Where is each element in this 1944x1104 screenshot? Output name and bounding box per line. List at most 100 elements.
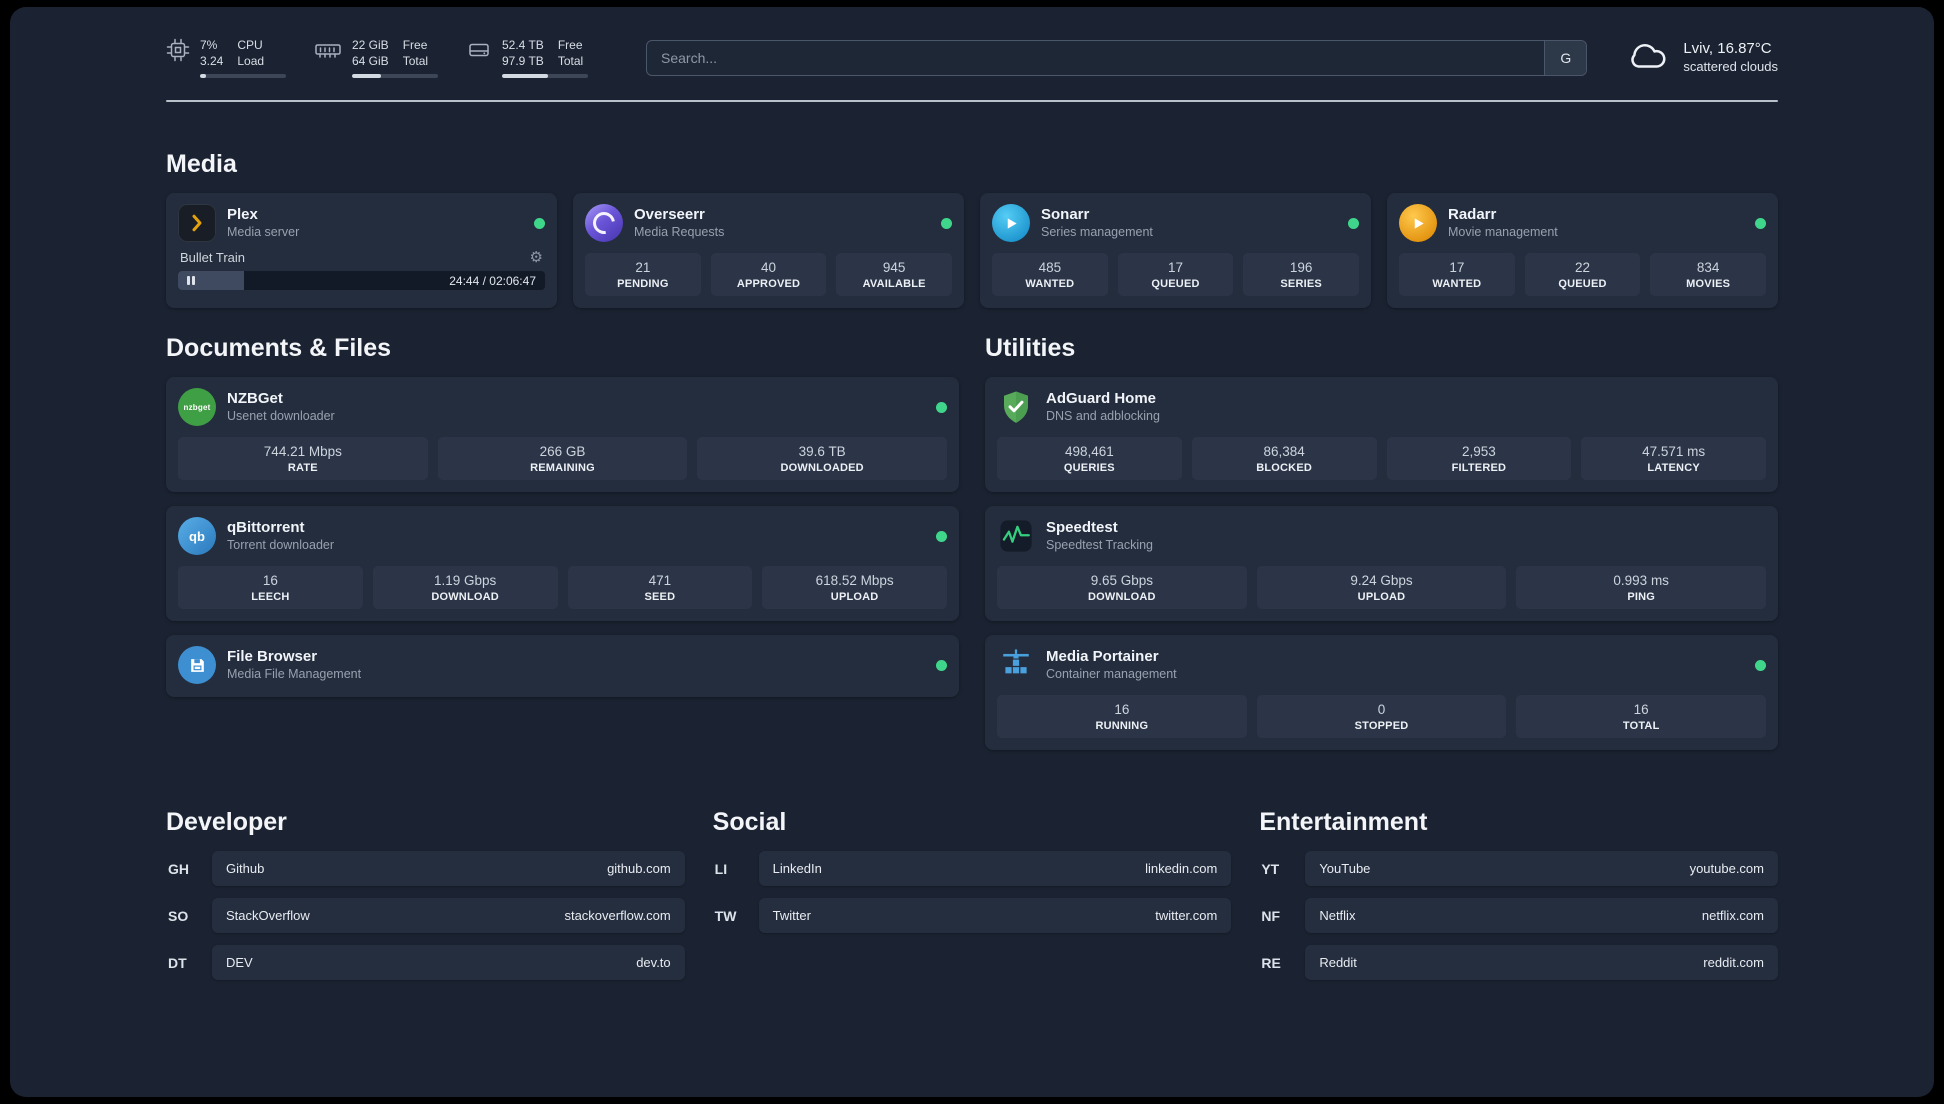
weather-condition: scattered clouds	[1683, 58, 1778, 74]
speedtest-pulse-icon	[997, 517, 1035, 555]
stat-label: QUERIES	[1063, 462, 1115, 475]
bookmark-youtube[interactable]: YouTube youtube.com	[1305, 851, 1778, 887]
adguard-card[interactable]: AdGuard Home DNS and adblocking 498,461 …	[985, 377, 1778, 493]
stat-tile: 22 QUEUED	[1524, 253, 1641, 297]
stat-value: 86,384	[1263, 444, 1305, 460]
bookmark-url: stackoverflow.com	[564, 908, 671, 924]
stat-tile: 17 WANTED	[1399, 253, 1515, 297]
stat-value: 16	[262, 573, 278, 589]
status-dot	[1755, 217, 1766, 229]
plex-icon	[178, 204, 216, 243]
memory-progress-bar	[352, 74, 438, 79]
cpu-progress-fill	[200, 74, 207, 79]
stat-value: 9.24 Gbps	[1350, 573, 1413, 589]
disk-widget: 52.4 TB 97.9 TB Free Total	[466, 37, 588, 79]
app-desc: Media File Management	[227, 667, 362, 682]
pause-icon[interactable]	[187, 276, 195, 286]
stat-label: AVAILABLE	[862, 278, 926, 291]
stat-tile: 2,953 FILTERED	[1386, 437, 1572, 481]
stat-tile: 498,461 QUERIES	[997, 437, 1182, 481]
stat-label: FILTERED	[1451, 462, 1507, 475]
portainer-card[interactable]: Media Portainer Container management 16 …	[985, 635, 1778, 751]
stat-tile: 86,384 BLOCKED	[1191, 437, 1377, 481]
memory-free-label: Free	[402, 38, 428, 52]
radarr-icon	[1399, 204, 1437, 243]
bookmark-url: github.com	[607, 861, 671, 877]
stat-label: BLOCKED	[1256, 462, 1313, 475]
developer-bookmarks: Developer GH Github github.com SO StackO…	[166, 808, 685, 981]
stat-tile: 618.52 Mbps UPLOAD	[762, 566, 947, 610]
stat-tile: 21 PENDING	[585, 253, 701, 297]
radarr-card[interactable]: Radarr Movie management 17 WANTED 22 QUE…	[1387, 193, 1778, 309]
stat-value: 21	[635, 260, 651, 276]
overseerr-card[interactable]: Overseerr Media Requests 21 PENDING 40 A…	[573, 193, 964, 309]
bookmark-row: TW Twitter twitter.com	[713, 898, 1232, 934]
bookmark-name: YouTube	[1319, 861, 1371, 877]
bookmark-stackoverflow[interactable]: StackOverflow stackoverflow.com	[212, 898, 685, 934]
nzbget-card[interactable]: nzbget NZBGet Usenet downloader 744.21 M…	[166, 377, 959, 493]
bookmark-name: DEV	[226, 955, 253, 971]
stat-label: APPROVED	[736, 278, 801, 291]
sonarr-icon	[992, 204, 1030, 243]
bookmark-netflix[interactable]: Netflix netflix.com	[1305, 898, 1778, 934]
memory-stats: 22 GiB 64 GiB Free Total	[352, 37, 438, 79]
utilities-column: Utilities AdGuard Home DNS and adblockin…	[985, 334, 1778, 764]
bookmark-dev[interactable]: DEV dev.to	[212, 945, 685, 981]
bookmark-row: LI LinkedIn linkedin.com	[713, 851, 1232, 887]
dashboard-screen: 7% 3.24 CPU Load 22 GiB 64 GiB Free Tota…	[10, 7, 1934, 1097]
bookmark-abbr: RE	[1261, 954, 1281, 971]
bookmark-linkedin[interactable]: LinkedIn linkedin.com	[758, 851, 1232, 887]
speedtest-card[interactable]: Speedtest Speedtest Tracking 9.65 Gbps D…	[985, 506, 1778, 622]
bookmark-reddit[interactable]: Reddit reddit.com	[1305, 945, 1778, 981]
disk-total-label: Total	[557, 54, 584, 69]
bookmark-row: DT DEV dev.to	[166, 945, 685, 981]
bookmark-github[interactable]: Github github.com	[212, 851, 685, 887]
app-name: Plex	[227, 206, 258, 224]
search-bar: G	[646, 39, 1588, 76]
app-desc: Container management	[1046, 667, 1177, 682]
stat-value: 498,461	[1064, 444, 1114, 460]
stat-tile: 834 MOVIES	[1650, 253, 1767, 297]
bookmark-row: NF Netflix netflix.com	[1259, 898, 1778, 934]
gear-icon[interactable]: ⚙	[530, 250, 543, 265]
bookmark-abbr: NF	[1261, 907, 1280, 924]
disk-progress-bar	[502, 74, 588, 79]
bookmark-url: netflix.com	[1701, 908, 1764, 924]
disk-stats: 52.4 TB 97.9 TB Free Total	[502, 37, 588, 79]
nzbget-icon-text: nzbget	[183, 402, 211, 412]
stat-tile: 0 STOPPED	[1256, 695, 1507, 739]
bookmark-row: SO StackOverflow stackoverflow.com	[166, 898, 685, 934]
app-name: Speedtest	[1046, 519, 1118, 537]
weather-widget[interactable]: Lviv, 16.87°C scattered clouds	[1625, 38, 1778, 77]
app-desc: DNS and adblocking	[1046, 409, 1160, 424]
stat-tile: 39.6 TB DOWNLOADED	[697, 437, 948, 481]
bookmark-name: Twitter	[772, 908, 811, 924]
stat-value: 0.993 ms	[1613, 573, 1669, 589]
status-dot	[941, 217, 952, 229]
stat-tile: 16 RUNNING	[997, 695, 1247, 739]
stat-tile: 16 TOTAL	[1516, 695, 1767, 739]
stat-label: RATE	[287, 462, 318, 475]
bookmark-url: reddit.com	[1703, 955, 1764, 971]
status-dot	[1755, 659, 1766, 671]
now-playing-title: Bullet Train	[180, 250, 246, 266]
media-section-title: Media	[166, 150, 237, 179]
filebrowser-card[interactable]: File Browser Media File Management	[166, 635, 959, 698]
playback-progress-bar[interactable]: 24:44 / 02:06:47	[178, 271, 545, 291]
stat-value: 1.19 Gbps	[433, 573, 497, 589]
search-input[interactable]	[647, 40, 1545, 75]
entertainment-section-title: Entertainment	[1259, 808, 1428, 837]
bookmark-abbr: YT	[1261, 860, 1280, 877]
app-desc: Torrent downloader	[227, 538, 335, 553]
bookmark-row: RE Reddit reddit.com	[1259, 945, 1778, 981]
stat-tile: 196 SERIES	[1243, 253, 1360, 297]
qbittorrent-card[interactable]: qb qBittorrent Torrent downloader 16 LEE…	[166, 506, 959, 622]
bookmark-twitter[interactable]: Twitter twitter.com	[758, 898, 1232, 934]
plex-card[interactable]: Plex Media server Bullet Train ⚙ 24:44 /…	[166, 193, 557, 309]
sonarr-card[interactable]: Sonarr Series management 485 WANTED 17 Q…	[980, 193, 1371, 309]
disk-total-value: 97.9 TB	[502, 54, 544, 69]
search-engine-button[interactable]: G	[1544, 40, 1587, 75]
cpu-widget: 7% 3.24 CPU Load	[166, 37, 286, 79]
topbar: 7% 3.24 CPU Load 22 GiB 64 GiB Free Tota…	[166, 7, 1778, 79]
stat-tile: 485 WANTED	[992, 253, 1108, 297]
